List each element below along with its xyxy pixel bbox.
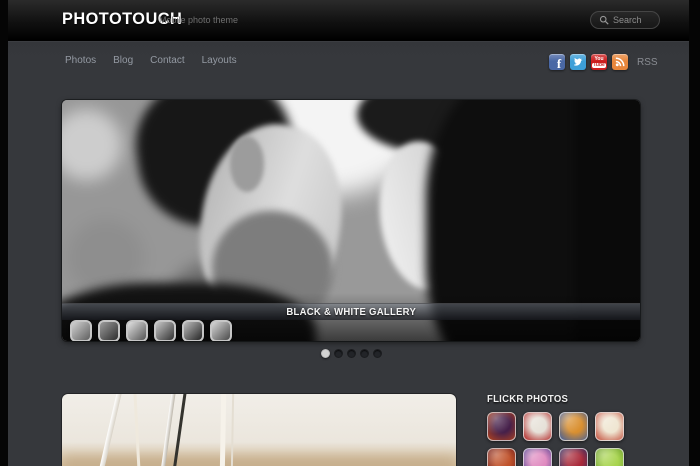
slider-thumbnail[interactable] bbox=[70, 320, 92, 341]
search-icon bbox=[599, 15, 609, 25]
twitter-icon[interactable] bbox=[570, 54, 586, 70]
nav-item-photos[interactable]: Photos bbox=[65, 55, 96, 66]
flickr-thumbnail[interactable] bbox=[595, 412, 624, 441]
flickr-grid bbox=[487, 412, 637, 466]
photo-region bbox=[133, 394, 144, 466]
slider-thumbnail[interactable] bbox=[154, 320, 176, 341]
rss-icon[interactable] bbox=[612, 54, 628, 70]
photo-region bbox=[230, 136, 265, 191]
photo-slider[interactable]: BLACK & WHITE GALLERY bbox=[62, 100, 640, 341]
post-photo[interactable] bbox=[62, 394, 456, 466]
slider-thumbnail[interactable] bbox=[98, 320, 120, 341]
flickr-thumbnail[interactable] bbox=[523, 448, 552, 466]
slider-caption[interactable]: BLACK & WHITE GALLERY bbox=[286, 307, 416, 318]
slider-dot[interactable] bbox=[373, 349, 382, 358]
nav-item-blog[interactable]: Blog bbox=[113, 55, 133, 66]
search-placeholder: Search bbox=[613, 16, 642, 25]
slider-dots bbox=[62, 349, 640, 358]
flickr-thumbnail[interactable] bbox=[559, 448, 588, 466]
slider-thumbnail[interactable] bbox=[210, 320, 232, 341]
flickr-section: FLICKR PHOTOS bbox=[487, 394, 637, 466]
page: PHOTOTOUCH Mobile photo theme Search Pho… bbox=[8, 0, 689, 466]
slider-thumbnails bbox=[70, 320, 232, 341]
slider-dot[interactable] bbox=[334, 349, 343, 358]
flickr-title: FLICKR PHOTOS bbox=[487, 394, 630, 405]
page-background: PHOTOTOUCH Mobile photo theme Search Pho… bbox=[0, 0, 700, 466]
photo-region bbox=[83, 394, 124, 466]
photo-region bbox=[218, 394, 226, 466]
photo-region bbox=[230, 394, 235, 466]
nav-item-layouts[interactable]: Layouts bbox=[202, 55, 237, 66]
slider-dot[interactable] bbox=[321, 349, 330, 358]
slider-caption-bar: BLACK & WHITE GALLERY bbox=[62, 303, 640, 320]
flickr-thumbnail[interactable] bbox=[595, 448, 624, 466]
flickr-thumbnail[interactable] bbox=[487, 412, 516, 441]
header: PHOTOTOUCH Mobile photo theme Search bbox=[8, 0, 689, 41]
rss-label[interactable]: RSS bbox=[637, 57, 658, 68]
slider-thumbnail[interactable] bbox=[182, 320, 204, 341]
search-input[interactable]: Search bbox=[590, 11, 660, 29]
slider-dot[interactable] bbox=[360, 349, 369, 358]
flickr-thumbnail[interactable] bbox=[559, 412, 588, 441]
slider-dot[interactable] bbox=[347, 349, 356, 358]
youtube-icon[interactable]: You Tube bbox=[591, 54, 607, 70]
flickr-thumbnail[interactable] bbox=[523, 412, 552, 441]
rss-glyph bbox=[614, 56, 626, 68]
flickr-thumbnail[interactable] bbox=[487, 448, 516, 466]
twitter-bird-glyph bbox=[572, 56, 584, 68]
nav-item-contact[interactable]: Contact bbox=[150, 55, 184, 66]
facebook-icon[interactable]: f bbox=[549, 54, 565, 70]
social-links: f You Tube RSS bbox=[549, 54, 658, 70]
site-tagline: Mobile photo theme bbox=[159, 15, 238, 25]
slider-thumbnail[interactable] bbox=[126, 320, 148, 341]
photo-region bbox=[62, 456, 456, 466]
main-nav: Photos Blog Contact Layouts bbox=[65, 55, 237, 66]
